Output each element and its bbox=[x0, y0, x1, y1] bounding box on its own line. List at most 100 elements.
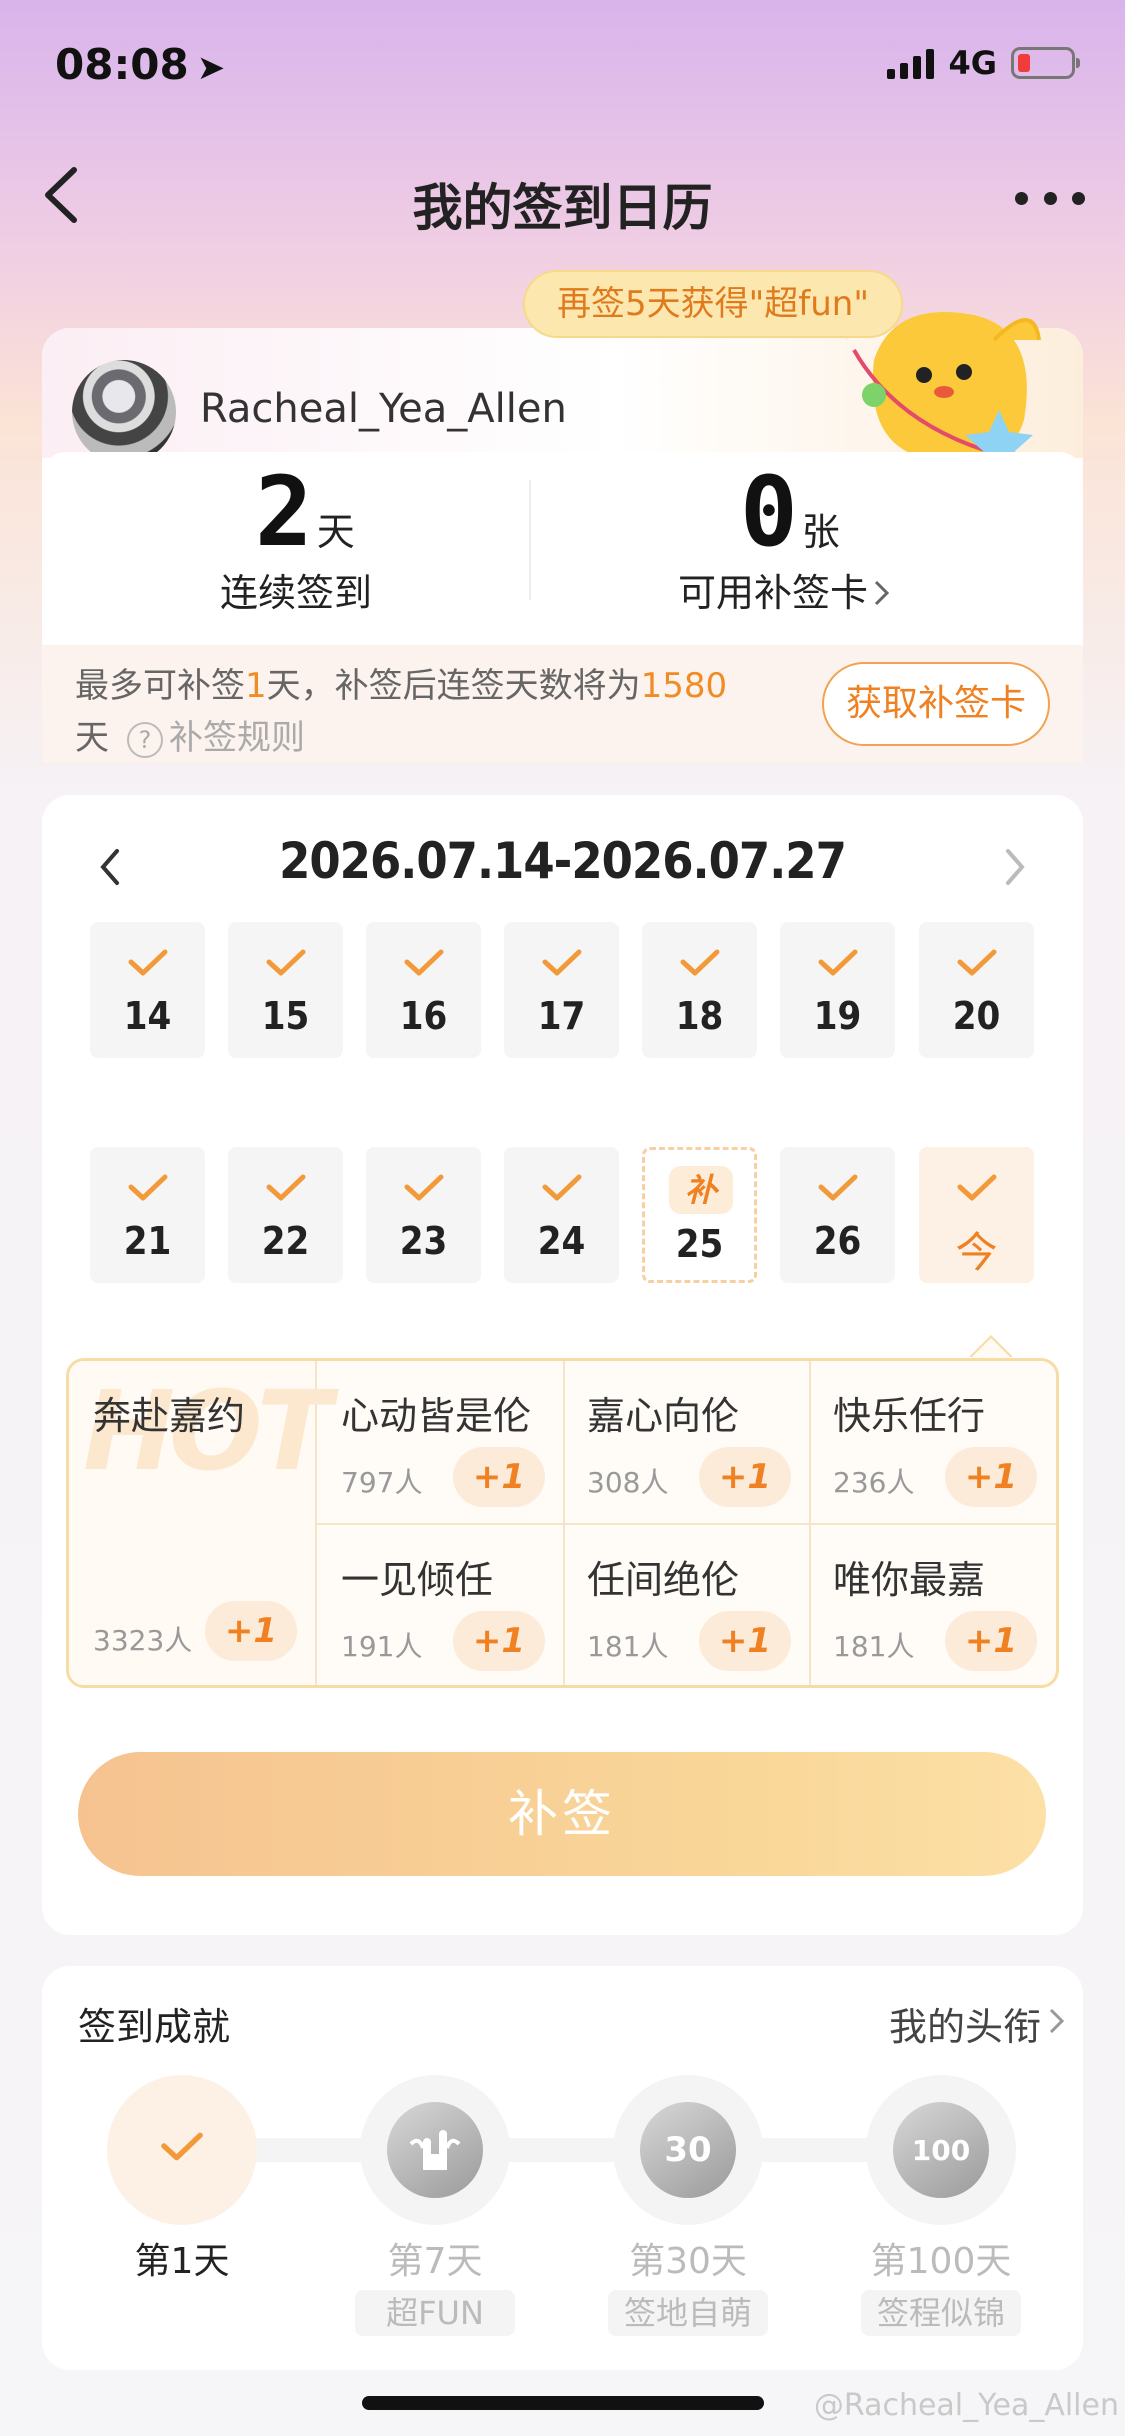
cards-stat[interactable]: 0张 bbox=[740, 456, 840, 568]
makeup-info-text: 最多可补签1天，补签后连签天数将为1580 天? 补签规则 bbox=[75, 666, 728, 758]
days-100-icon: 100 bbox=[893, 2102, 989, 2198]
today-pointer-inner bbox=[971, 1338, 1011, 1358]
badge-locked[interactable]: 30 bbox=[613, 2075, 763, 2225]
day-number: 16 bbox=[399, 994, 448, 1038]
calendar-day[interactable]: 15 bbox=[228, 922, 343, 1058]
tag-plus-button[interactable]: +1 bbox=[453, 1611, 545, 1671]
help-icon[interactable]: ? bbox=[127, 721, 163, 758]
tag-plus-button[interactable]: +1 bbox=[205, 1601, 297, 1661]
tag-count: 181人 bbox=[833, 1630, 915, 1663]
check-icon bbox=[957, 1174, 997, 1201]
makeup-button[interactable]: 补签 bbox=[78, 1752, 1046, 1876]
calendar-day[interactable]: 24 bbox=[504, 1147, 619, 1283]
tag-plus-button[interactable]: +1 bbox=[453, 1447, 545, 1507]
calendar-day-makeup[interactable]: 补 25 bbox=[642, 1147, 757, 1283]
battery-icon bbox=[1011, 47, 1080, 79]
avatar[interactable] bbox=[72, 360, 176, 464]
check-icon bbox=[818, 1174, 858, 1201]
chevron-right-icon[interactable] bbox=[1047, 2006, 1067, 2036]
get-makeup-card-button[interactable]: 获取补签卡 bbox=[822, 662, 1050, 746]
tag-name: 唯你最嘉 bbox=[833, 1558, 986, 1602]
check-icon bbox=[128, 1174, 168, 1201]
day-number: 17 bbox=[537, 994, 586, 1038]
calendar-day[interactable]: 19 bbox=[780, 922, 895, 1058]
rules-link[interactable]: 补签规则 bbox=[169, 718, 305, 758]
day-number: 19 bbox=[813, 994, 862, 1038]
calendar-day[interactable]: 17 bbox=[504, 922, 619, 1058]
calendar-day[interactable]: 14 bbox=[90, 922, 205, 1058]
status-time: 08:08 ➤ bbox=[55, 40, 226, 89]
home-indicator[interactable] bbox=[362, 2396, 764, 2410]
tag-plus-button[interactable]: +1 bbox=[945, 1611, 1037, 1671]
tag-name: 任间绝伦 bbox=[587, 1558, 740, 1602]
achievement-track bbox=[200, 2138, 920, 2162]
username: Racheal_Yea_Allen bbox=[200, 386, 567, 432]
tag-name: 一见倾任 bbox=[341, 1558, 494, 1602]
tag-item[interactable]: 一见倾任 191人 +1 bbox=[317, 1525, 565, 1685]
page-title: 我的签到日历 bbox=[412, 179, 713, 237]
tag-name: 嘉心向伦 bbox=[587, 1394, 740, 1438]
tag-plus-button[interactable]: +1 bbox=[699, 1611, 791, 1671]
day-number: 15 bbox=[261, 994, 310, 1038]
badge-locked[interactable] bbox=[360, 2075, 510, 2225]
check-icon bbox=[404, 1174, 444, 1201]
badge-day-1[interactable] bbox=[107, 2075, 257, 2225]
check-icon bbox=[680, 949, 720, 976]
calendar-range: 2026.07.14-2026.07.27 bbox=[279, 832, 847, 890]
achievement-label: 第100天 bbox=[870, 2241, 1012, 2282]
tag-plus-button[interactable]: +1 bbox=[945, 1447, 1037, 1507]
next-week-icon[interactable] bbox=[1000, 845, 1030, 889]
calendar-day[interactable]: 16 bbox=[366, 922, 481, 1058]
my-titles-link[interactable]: 我的头衔 bbox=[889, 1996, 1041, 2051]
tag-item[interactable]: HOT 奔赴嘉约 3323人 +1 bbox=[69, 1361, 332, 1685]
status-indicators: 4G bbox=[887, 44, 1080, 82]
achievement-title-tag: 超FUN bbox=[355, 2290, 515, 2336]
makeup-tag: 补 bbox=[669, 1166, 733, 1214]
day-number: 22 bbox=[261, 1219, 310, 1263]
calendar-day[interactable]: 18 bbox=[642, 922, 757, 1058]
streak-stat: 2天 bbox=[255, 456, 355, 568]
days-30-icon: 30 bbox=[640, 2102, 736, 2198]
more-icon[interactable] bbox=[1015, 190, 1085, 206]
calendar-day[interactable]: 26 bbox=[780, 1147, 895, 1283]
achievement-title-tag: 签地自萌 bbox=[608, 2290, 768, 2336]
calendar-day[interactable]: 22 bbox=[228, 1147, 343, 1283]
tag-item[interactable]: 快乐任行 236人 +1 bbox=[809, 1361, 1056, 1525]
day-number: 26 bbox=[813, 1219, 862, 1263]
calendar-day[interactable]: 21 bbox=[90, 1147, 205, 1283]
tag-name: 快乐任行 bbox=[833, 1394, 986, 1438]
tag-name: 奔赴嘉约 bbox=[93, 1394, 246, 1438]
tag-plus-button[interactable]: +1 bbox=[699, 1447, 791, 1507]
streak-value: 2 bbox=[255, 456, 313, 568]
signal-icon bbox=[887, 47, 935, 79]
stats-card bbox=[42, 452, 1083, 642]
calendar-day[interactable]: 20 bbox=[919, 922, 1034, 1058]
chevron-right-icon bbox=[874, 580, 890, 606]
check-icon bbox=[266, 1174, 306, 1201]
day-number: 今 bbox=[955, 1228, 998, 1277]
streak-label: 连续签到 bbox=[220, 571, 373, 615]
cards-label: 可用补签卡 bbox=[678, 571, 869, 615]
tag-item[interactable]: 心动皆是伦 797人 +1 bbox=[317, 1361, 565, 1525]
day-number: 25 bbox=[675, 1222, 724, 1266]
tag-count: 236人 bbox=[833, 1466, 915, 1499]
achievement-label: 第1天 bbox=[134, 2241, 230, 2282]
tag-item[interactable]: 任间绝伦 181人 +1 bbox=[563, 1525, 811, 1685]
cards-label-row[interactable]: 可用补签卡 bbox=[678, 562, 892, 617]
stat-divider bbox=[529, 480, 531, 600]
badge-locked[interactable]: 100 bbox=[866, 2075, 1016, 2225]
calendar-day[interactable]: 23 bbox=[366, 1147, 481, 1283]
day-number: 18 bbox=[675, 994, 724, 1038]
tag-item[interactable]: 唯你最嘉 181人 +1 bbox=[809, 1525, 1056, 1685]
check-icon bbox=[542, 949, 582, 976]
achievements-title: 签到成就 bbox=[78, 2005, 231, 2049]
day-number: 24 bbox=[537, 1219, 586, 1263]
calendar-day-today[interactable]: 今 bbox=[919, 1147, 1034, 1283]
day-number: 20 bbox=[952, 994, 1001, 1038]
check-icon bbox=[957, 949, 997, 976]
tag-count: 3323人 bbox=[93, 1624, 193, 1657]
check-icon bbox=[818, 949, 858, 976]
tag-item[interactable]: 嘉心向伦 308人 +1 bbox=[563, 1361, 811, 1525]
achievement-label: 第30天 bbox=[629, 2241, 747, 2282]
day-number: 21 bbox=[123, 1219, 172, 1263]
